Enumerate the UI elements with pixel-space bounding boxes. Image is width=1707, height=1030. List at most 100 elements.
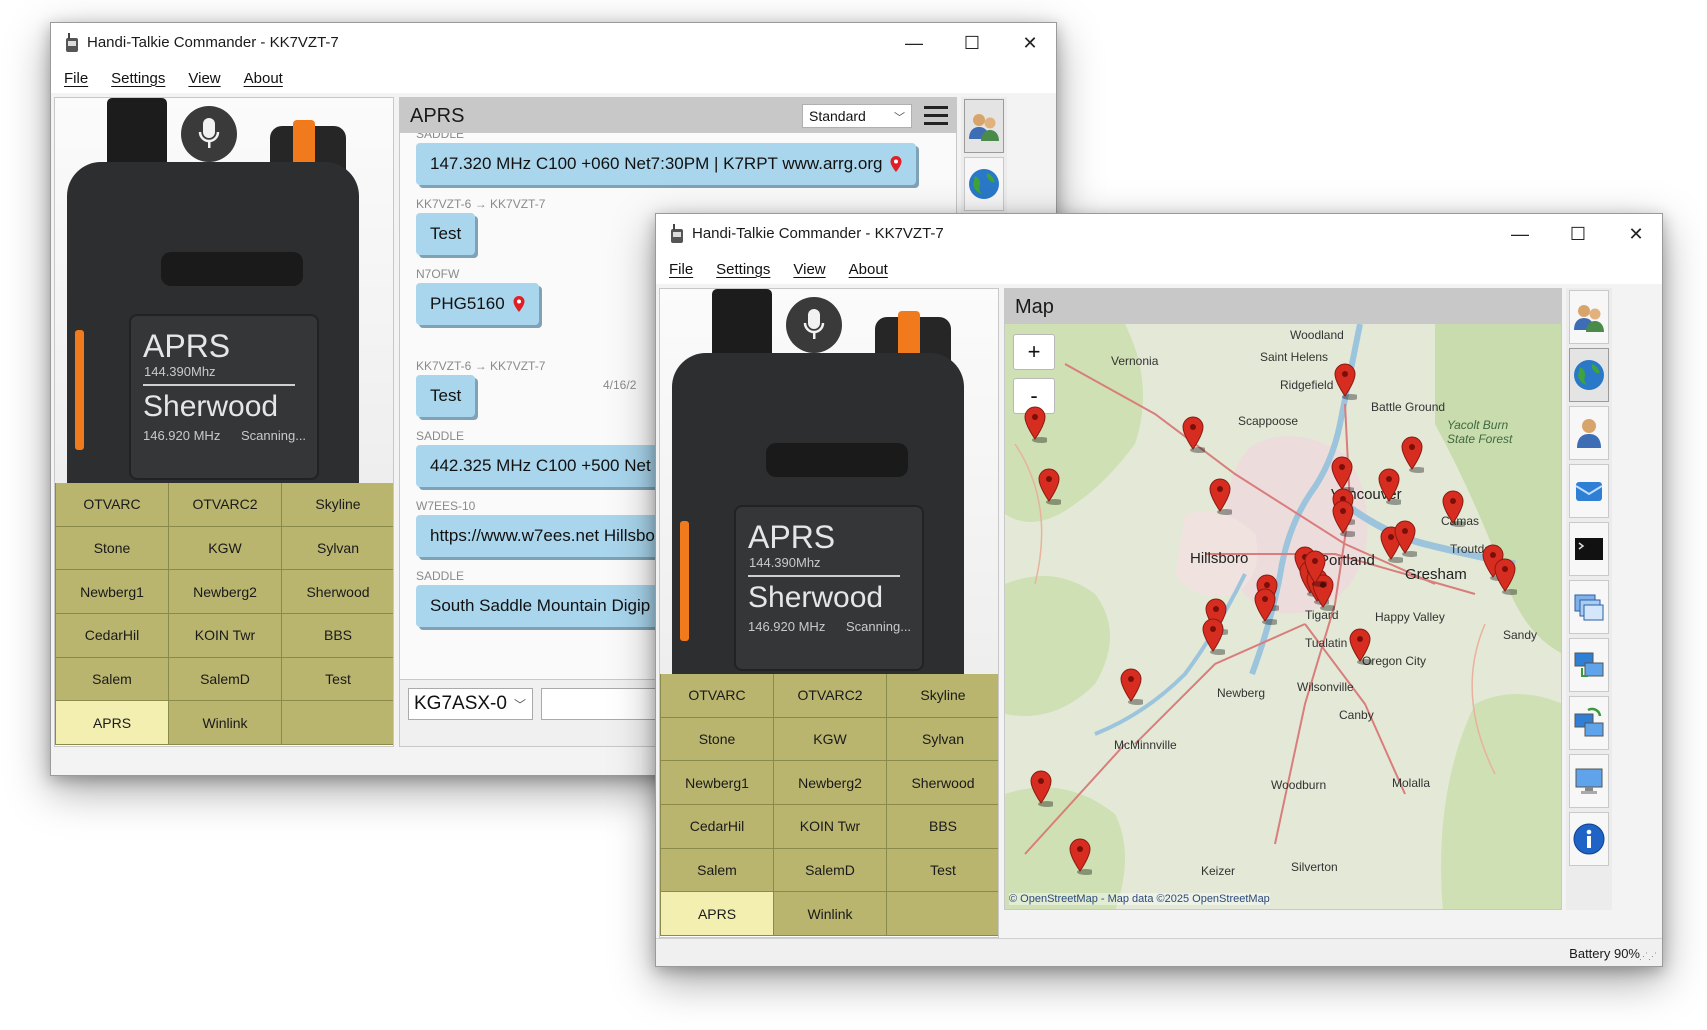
network-sync-button[interactable] <box>1569 696 1609 750</box>
channel-button[interactable]: Winlink <box>169 701 281 744</box>
map-marker-icon[interactable] <box>1493 558 1520 596</box>
message-bubble[interactable]: South Saddle Mountain Digip <box>416 585 665 627</box>
channel-button[interactable]: OTVARC2 <box>169 483 281 526</box>
message-bubble[interactable]: Test <box>416 213 476 255</box>
message-bubble[interactable]: PHG5160 <box>416 283 539 325</box>
map-marker-icon[interactable] <box>1303 550 1330 588</box>
channel-button[interactable]: Sylvan <box>282 526 393 570</box>
channel-button[interactable]: Stone <box>661 717 773 761</box>
channel-button[interactable]: Test <box>887 848 998 892</box>
channel-button[interactable]: CedarHil <box>56 614 168 657</box>
channel-button[interactable]: SalemD <box>169 657 281 701</box>
map-marker-icon[interactable] <box>1037 468 1064 506</box>
user-button[interactable] <box>1569 406 1609 460</box>
menu-view[interactable]: View <box>793 261 825 278</box>
menu-about[interactable]: About <box>849 261 888 278</box>
computer-button[interactable] <box>1569 754 1609 808</box>
map-marker-icon[interactable] <box>1201 618 1228 656</box>
view-mode-select[interactable]: Standard ﹀ <box>802 104 912 128</box>
contacts-button[interactable] <box>964 99 1004 153</box>
microphone-button[interactable] <box>181 106 237 162</box>
windows-button[interactable] <box>1569 580 1609 634</box>
channel-button[interactable]: Skyline <box>887 674 998 717</box>
map-marker-icon[interactable] <box>1119 668 1146 706</box>
title-bar[interactable]: Handi-Talkie Commander - KK7VZT-7 — ☐ ✕ <box>656 214 1662 254</box>
channel-button-active[interactable]: APRS <box>56 701 168 744</box>
location-pin-icon[interactable] <box>890 156 902 172</box>
map-marker-icon[interactable] <box>1029 770 1056 808</box>
message-bubble[interactable]: Test <box>416 375 476 417</box>
message-bubble[interactable]: 147.320 MHz C100 +060 Net7:30PM | K7RPT … <box>416 143 917 185</box>
channel-button[interactable]: KGW <box>774 717 886 761</box>
mail-icon <box>1575 482 1603 501</box>
channel-button[interactable]: Stone <box>56 526 168 570</box>
location-pin-icon[interactable] <box>513 296 525 312</box>
menu-view[interactable]: View <box>188 70 220 87</box>
channel-button[interactable]: BBS <box>282 614 393 657</box>
minimize-button[interactable]: — <box>894 29 934 57</box>
channel-button[interactable]: Newberg2 <box>774 761 886 804</box>
channel-button[interactable]: Sherwood <box>282 570 393 613</box>
map-attribution[interactable]: © OpenStreetMap - Map data ©2025 OpenStr… <box>1009 893 1270 905</box>
menu-settings[interactable]: Settings <box>111 70 165 87</box>
map-marker-icon[interactable] <box>1331 500 1358 538</box>
maximize-button[interactable]: ☐ <box>1558 220 1598 248</box>
channel-button[interactable]: KOIN Twr <box>774 805 886 848</box>
close-button[interactable]: ✕ <box>1010 29 1050 57</box>
map-marker-icon[interactable] <box>1377 468 1404 506</box>
channel-button[interactable]: SalemD <box>774 848 886 892</box>
channel-button[interactable]: Skyline <box>282 483 393 526</box>
channel-button[interactable]: Newberg1 <box>661 761 773 804</box>
radio-mode: APRS <box>143 328 231 364</box>
maximize-button[interactable]: ☐ <box>952 29 992 57</box>
channel-button[interactable]: Newberg1 <box>56 570 168 613</box>
zoom-in-button[interactable]: + <box>1013 334 1055 370</box>
map-marker-icon[interactable] <box>1441 490 1468 528</box>
map-marker-icon[interactable] <box>1023 406 1050 444</box>
channel-button[interactable]: Newberg2 <box>169 570 281 613</box>
microphone-button[interactable] <box>786 297 842 353</box>
channel-button[interactable]: OTVARC2 <box>774 674 886 717</box>
map-marker-icon[interactable] <box>1333 363 1360 401</box>
title-bar[interactable]: Handi-Talkie Commander - KK7VZT-7 — ☐ ✕ <box>51 23 1056 63</box>
channel-button[interactable]: KGW <box>169 526 281 570</box>
close-button[interactable]: ✕ <box>1616 220 1656 248</box>
channel-button-active[interactable]: APRS <box>661 892 773 935</box>
info-button[interactable] <box>1569 812 1609 866</box>
message-bubble[interactable]: https://www.w7ees.net Hillsbo <box>416 515 669 557</box>
resize-grip-icon[interactable]: ⋰⋰ <box>1639 951 1657 962</box>
map-marker-icon[interactable] <box>1181 416 1208 454</box>
channel-button[interactable]: Sylvan <box>887 717 998 761</box>
channel-button[interactable]: BBS <box>887 805 998 848</box>
map-marker-icon[interactable] <box>1253 588 1280 626</box>
mail-button[interactable] <box>1569 464 1609 518</box>
terminal-button[interactable] <box>1569 522 1609 576</box>
map-button[interactable] <box>1569 348 1609 402</box>
channel-button[interactable]: Salem <box>661 848 773 892</box>
map-marker-icon[interactable] <box>1208 478 1235 516</box>
channel-button[interactable]: OTVARC <box>661 674 773 717</box>
map-marker-icon[interactable] <box>1348 628 1375 666</box>
channel-button[interactable]: KOIN Twr <box>169 614 281 657</box>
channel-button[interactable]: Salem <box>56 657 168 701</box>
network-button[interactable] <box>1569 638 1609 692</box>
channel-button[interactable]: Sherwood <box>887 761 998 804</box>
channel-button[interactable]: Test <box>282 657 393 701</box>
contacts-button[interactable] <box>1569 290 1609 344</box>
callsign-select[interactable]: KG7ASX-0 ﹀ <box>408 688 533 720</box>
map-view[interactable]: + - Woodland Vernonia Saint Helens Ridge… <box>1005 324 1561 909</box>
map-marker-icon[interactable] <box>1400 436 1427 474</box>
message-bubble[interactable]: 442.325 MHz C100 +500 Net <box>416 445 665 487</box>
map-marker-icon[interactable] <box>1393 520 1420 558</box>
menu-file[interactable]: File <box>669 261 693 278</box>
minimize-button[interactable]: — <box>1500 220 1540 248</box>
map-marker-icon[interactable] <box>1068 838 1095 876</box>
map-button[interactable] <box>964 157 1004 211</box>
channel-button[interactable]: OTVARC <box>56 483 168 526</box>
channel-button[interactable]: Winlink <box>774 892 886 935</box>
channel-button[interactable]: CedarHil <box>661 805 773 848</box>
menu-file[interactable]: File <box>64 70 88 87</box>
menu-about[interactable]: About <box>244 70 283 87</box>
menu-settings[interactable]: Settings <box>716 261 770 278</box>
hamburger-menu-icon[interactable] <box>924 106 948 125</box>
